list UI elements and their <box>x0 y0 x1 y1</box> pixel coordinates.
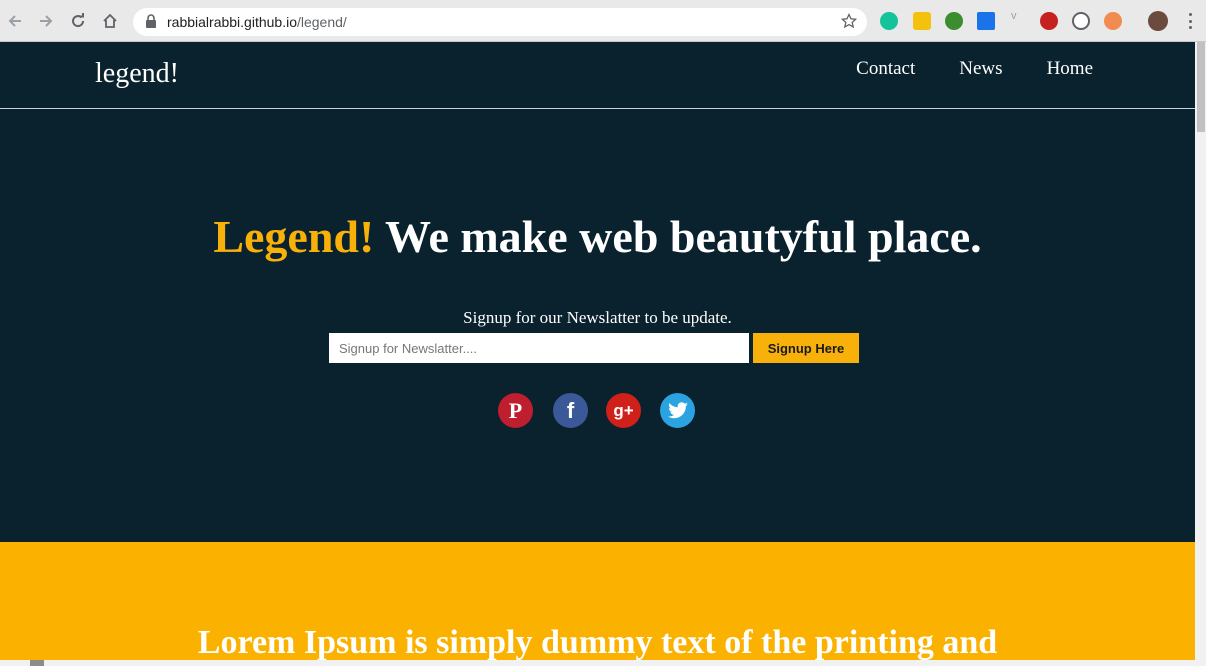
hero-title-accent: Legend! <box>213 211 375 262</box>
horizontal-scrollbar[interactable] <box>0 660 1195 666</box>
newsletter-subtitle: Signup for our Newslatter to be update. <box>463 308 732 327</box>
url-host: rabbialrabbi.github.io <box>167 14 297 30</box>
site-header: legend! Contact News Home <box>0 42 1195 109</box>
red-extension-icon[interactable] <box>1040 12 1058 30</box>
hero-title-rest: We make web beautyful place. <box>374 211 982 262</box>
notes-extension-icon[interactable] <box>913 12 931 30</box>
square-extension-icon[interactable] <box>977 12 995 30</box>
back-arrow-icon[interactable] <box>5 11 25 31</box>
pinterest-icon[interactable]: P <box>498 393 533 428</box>
address-bar[interactable]: rabbialrabbi.github.io/legend/ <box>133 8 867 36</box>
lock-icon <box>145 14 157 33</box>
url-path: /legend/ <box>296 14 347 30</box>
url-text: rabbialrabbi.github.io/legend/ <box>167 14 347 30</box>
home-icon[interactable] <box>100 11 120 31</box>
newsletter-email-input[interactable] <box>329 333 749 363</box>
orange-extension-icon[interactable] <box>1104 12 1122 30</box>
nav-home[interactable]: Home <box>1047 58 1093 80</box>
reload-icon[interactable] <box>68 11 88 31</box>
nav-news[interactable]: News <box>959 58 1002 80</box>
signup-button[interactable]: Signup Here <box>753 333 859 363</box>
globe-extension-icon[interactable] <box>945 12 963 30</box>
section-title: Lorem Ipsum is simply dummy text of the … <box>197 624 998 660</box>
circle-extension-icon[interactable] <box>1072 12 1090 30</box>
grammarly-icon[interactable] <box>880 12 898 30</box>
hero-title: Legend! We make web beautyful place. <box>0 210 1195 263</box>
google-plus-icon[interactable]: g+ <box>606 393 641 428</box>
yellow-section: Lorem Ipsum is simply dummy text of the … <box>0 542 1195 660</box>
vertical-scrollbar[interactable] <box>1195 42 1206 666</box>
twitter-icon[interactable] <box>660 393 695 428</box>
browser-menu-icon[interactable] <box>1188 13 1192 29</box>
page-viewport: legend! Contact News Home Legend! We mak… <box>0 42 1195 660</box>
site-logo[interactable]: legend! <box>95 58 179 90</box>
scrollbar-thumb[interactable] <box>1197 42 1205 132</box>
browser-toolbar: rabbialrabbi.github.io/legend/ v <box>0 0 1206 42</box>
horizontal-scrollbar-thumb[interactable] <box>30 660 44 666</box>
v-extension-icon[interactable]: v <box>1011 10 1021 28</box>
forward-arrow-icon[interactable] <box>36 11 56 31</box>
main-nav: Contact News Home <box>856 58 1093 80</box>
profile-avatar[interactable] <box>1148 11 1168 31</box>
nav-contact[interactable]: Contact <box>856 58 915 80</box>
bookmark-star-icon[interactable] <box>840 12 858 34</box>
facebook-icon[interactable]: f <box>553 393 588 428</box>
